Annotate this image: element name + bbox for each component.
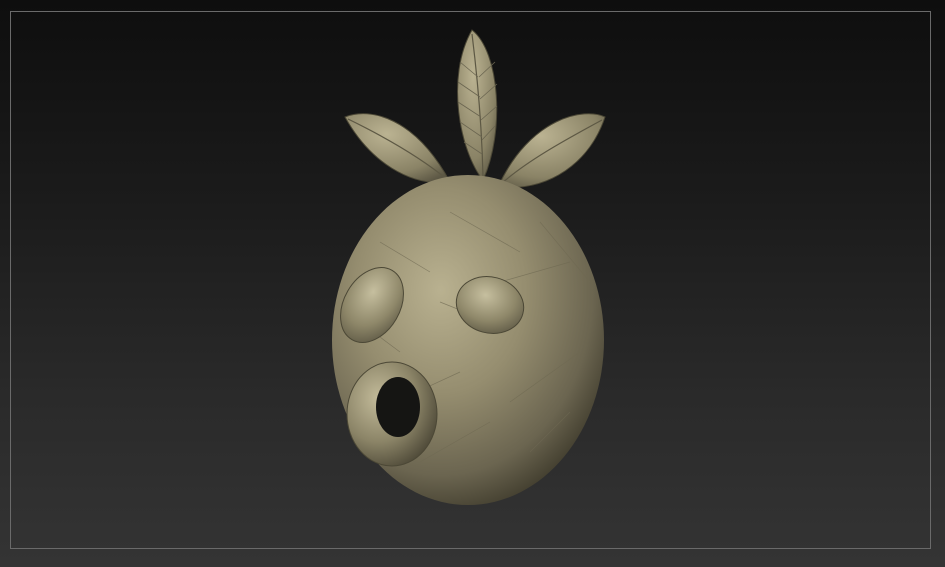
mask-model[interactable] bbox=[300, 22, 640, 522]
leaf-left bbox=[344, 113, 451, 184]
leaf-center bbox=[457, 29, 498, 181]
mouth-ring bbox=[346, 361, 438, 467]
leaf-right bbox=[497, 113, 606, 189]
model-canvas[interactable] bbox=[300, 22, 640, 522]
sculpt-viewport[interactable] bbox=[0, 0, 945, 567]
